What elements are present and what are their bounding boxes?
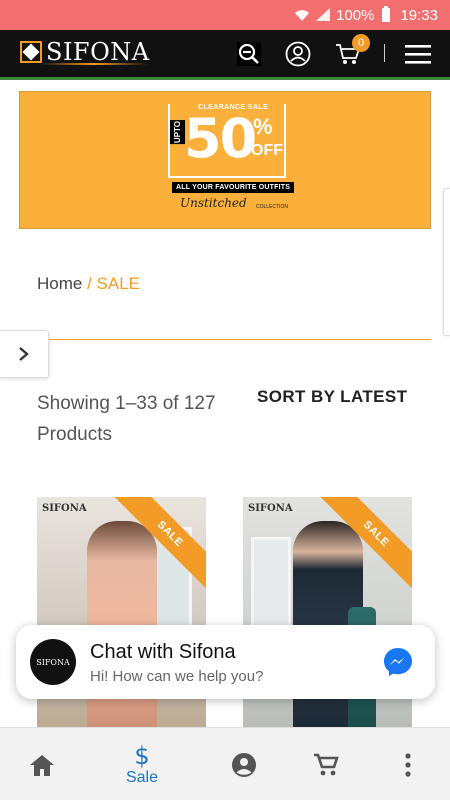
breadcrumb-home[interactable]: Home [37, 274, 82, 293]
user-circle-icon [285, 41, 311, 67]
chat-widget[interactable]: SIFONA Chat with Sifona Hi! How can we h… [16, 625, 435, 699]
chat-title: Chat with Sifona [90, 641, 236, 663]
battery-icon [382, 6, 391, 22]
product-brand-mark: SIFONA [248, 503, 293, 514]
cart-count-badge: 0 [352, 34, 370, 52]
zoom-out-icon [237, 42, 261, 66]
banner-tagline: ALL YOUR FAVOURITE OUTFITS [172, 182, 295, 193]
home-icon [30, 754, 54, 776]
logo-underline [40, 63, 148, 65]
cart-icon [314, 753, 339, 775]
side-drawer-handle[interactable] [443, 188, 450, 336]
brand-name: SIFONA [46, 38, 150, 66]
header-divider [384, 44, 385, 62]
banner-percent: 50 [184, 107, 257, 170]
breadcrumb-separator: / [82, 274, 97, 293]
dollar-icon: $ [134, 742, 149, 768]
breadcrumb-current: SALE [96, 274, 141, 293]
breadcrumb: Home / SALE [37, 274, 140, 294]
sort-dropdown[interactable]: SORT BY LATEST [257, 387, 407, 407]
banner-percent-sign: % [253, 114, 273, 139]
banner-upto: UPTO [170, 120, 185, 145]
messenger-icon[interactable] [382, 646, 414, 678]
banner-off: OFF [251, 142, 283, 159]
clearance-sale-banner[interactable]: CLEARANCE SALE UPTO 50 % OFF ALL YOUR FA… [19, 91, 431, 229]
battery-percent: 100% [336, 6, 375, 24]
zoom-out-button[interactable] [235, 40, 263, 68]
section-divider [19, 339, 431, 340]
status-bar: 100% 19:33 [0, 0, 450, 30]
product-card[interactable]: SIFONA SALE [37, 497, 206, 737]
site-header: SIFONA 0 [0, 30, 450, 80]
wifi-icon [295, 10, 310, 21]
nav-home[interactable] [26, 728, 58, 801]
chat-subtitle: Hi! How can we help you? [90, 668, 264, 685]
nav-sale[interactable]: $ Sale [117, 728, 167, 801]
banner-collection: COLLECTION [256, 204, 288, 210]
product-card[interactable]: SIFONA SALE [243, 497, 412, 737]
cart-button[interactable]: 0 [334, 34, 370, 68]
banner-script: Unstitched [180, 196, 247, 210]
bottom-navigation: $ Sale [0, 727, 450, 800]
hamburger-menu-icon [405, 45, 431, 64]
result-count: Showing 1–33 of 127 Products [37, 393, 216, 445]
brand-logo[interactable]: SIFONA [20, 38, 150, 66]
logo-mark-icon [20, 41, 42, 63]
signal-icon [316, 8, 331, 22]
product-brand-mark: SIFONA [42, 503, 87, 514]
nav-more[interactable] [400, 728, 416, 801]
chevron-right-icon [19, 347, 29, 361]
menu-button[interactable] [404, 40, 432, 68]
account-icon [232, 752, 256, 777]
nav-cart[interactable] [311, 728, 341, 801]
filter-toggle-button[interactable] [0, 330, 49, 378]
svg-text:$: $ [134, 742, 149, 768]
nav-sale-label: Sale [125, 769, 159, 786]
nav-account[interactable] [229, 728, 259, 801]
chat-avatar: SIFONA [30, 639, 76, 685]
account-button[interactable] [284, 40, 312, 68]
clock: 19:33 [400, 6, 438, 24]
more-vert-icon [405, 752, 411, 777]
